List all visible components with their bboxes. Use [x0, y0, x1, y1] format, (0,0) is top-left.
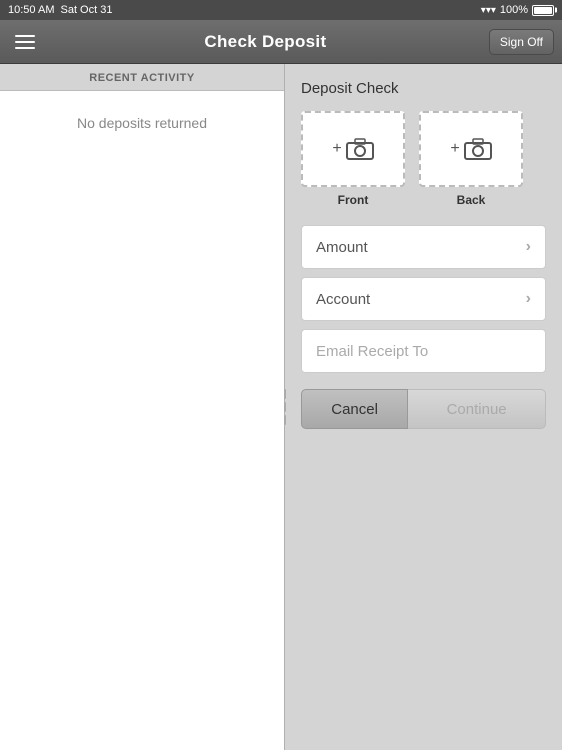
- front-check-slot: + Front: [301, 111, 405, 207]
- status-bar: 10:50 AM Sat Oct 31 ▾▾▾ 100%: [0, 0, 562, 20]
- nav-bar: Check Deposit Sign Off: [0, 20, 562, 64]
- battery-icon: [532, 5, 554, 16]
- check-images: + Front +: [301, 111, 546, 207]
- account-row[interactable]: Account ›: [301, 277, 546, 321]
- status-right: ▾▾▾ 100%: [481, 4, 554, 16]
- continue-button[interactable]: Continue: [408, 389, 546, 429]
- front-image-button[interactable]: +: [301, 111, 405, 187]
- menu-button[interactable]: [8, 25, 42, 59]
- status-date: Sat Oct 31: [60, 4, 112, 16]
- left-panel: RECENT ACTIVITY No deposits returned: [0, 64, 285, 750]
- page-title: Check Deposit: [204, 32, 326, 52]
- back-label: Back: [457, 193, 486, 207]
- recent-activity-header: RECENT ACTIVITY: [0, 64, 284, 91]
- back-image-button[interactable]: +: [419, 111, 523, 187]
- plus-icon-front: +: [332, 140, 341, 158]
- camera-icon-front: [346, 138, 374, 160]
- deposit-check-title: Deposit Check: [301, 80, 546, 97]
- main-layout: RECENT ACTIVITY No deposits returned Dep…: [0, 64, 562, 750]
- back-check-slot: + Back: [419, 111, 523, 207]
- camera-icon-back: [464, 138, 492, 160]
- no-deposits-area: No deposits returned: [0, 91, 284, 750]
- cancel-button[interactable]: Cancel: [301, 389, 408, 429]
- wifi-icon: ▾▾▾: [481, 5, 496, 16]
- plus-icon-back: +: [450, 140, 459, 158]
- status-left: 10:50 AM Sat Oct 31: [8, 4, 112, 16]
- amount-row[interactable]: Amount ›: [301, 225, 546, 269]
- email-receipt-input[interactable]: [301, 329, 546, 373]
- signal-strength: 100%: [500, 4, 528, 16]
- amount-chevron-icon: ›: [526, 238, 531, 256]
- account-label: Account: [316, 291, 370, 308]
- divider-handle: [282, 64, 288, 750]
- account-chevron-icon: ›: [526, 290, 531, 308]
- front-label: Front: [338, 193, 369, 207]
- action-buttons: Cancel Continue: [301, 389, 546, 429]
- amount-label: Amount: [316, 239, 368, 256]
- sign-off-button[interactable]: Sign Off: [489, 29, 554, 55]
- no-deposits-text: No deposits returned: [77, 115, 207, 131]
- status-time: 10:50 AM: [8, 4, 54, 16]
- right-panel: Deposit Check + Front +: [285, 64, 562, 750]
